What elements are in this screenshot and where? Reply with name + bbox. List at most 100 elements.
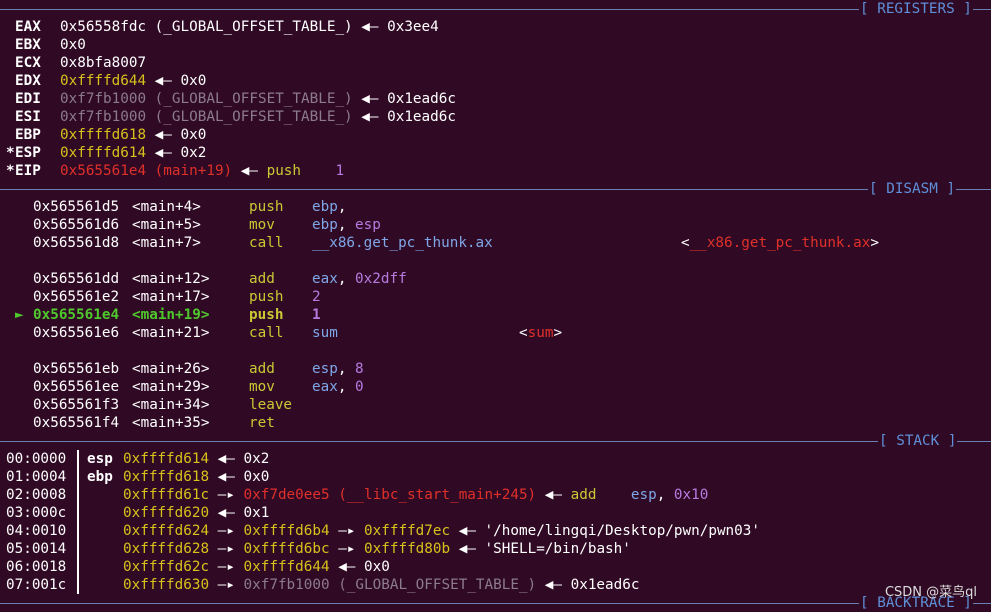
disasm-operands: ebp, bbox=[312, 198, 355, 216]
register-row: EBX 0x0 bbox=[0, 36, 991, 54]
operand-separator: , bbox=[337, 361, 356, 377]
stack-value: 'SHELL=/bin/bash' bbox=[484, 541, 631, 557]
stack-register: ebp bbox=[87, 469, 113, 485]
disasm-operands: __x86.get_pc_thunk.ax bbox=[312, 234, 493, 252]
register-deref: 0x3ee4 bbox=[387, 19, 439, 35]
register-value-group: 0xf7fb1000 (_GLOBAL_OFFSET_TABLE_) ◀— 0x… bbox=[60, 90, 456, 108]
arrow-icon: ◀— bbox=[352, 91, 388, 107]
disasm-operand: ebp bbox=[312, 199, 338, 215]
arrow-icon: —▸ bbox=[209, 577, 244, 593]
stack-entry: 0xffffd614 ◀— 0x2 bbox=[123, 450, 269, 468]
disasm-row: 0x565561e2 <main+17> push 2 bbox=[0, 288, 991, 306]
register-value: 0xf7fb1000 bbox=[60, 91, 147, 107]
stack-header: [ STACK ] bbox=[0, 432, 991, 450]
register-name: EBX bbox=[15, 37, 41, 53]
stack-value: 0xffffd6b4 bbox=[243, 523, 330, 539]
disasm-address: 0x565561e2 bbox=[33, 289, 120, 305]
stack-value: esp bbox=[630, 487, 657, 503]
stack-value: 0x10 bbox=[673, 487, 709, 503]
disasm-address: 0x565561d8 bbox=[33, 235, 120, 251]
stack-entry: 0xffffd624 —▸ 0xffffd6b4 —▸ 0xffffd7ec ◀… bbox=[123, 522, 760, 540]
stack-label: [ STACK ] bbox=[878, 432, 958, 450]
stack-entry: 0xffffd620 ◀— 0x1 bbox=[123, 504, 269, 522]
stack-value: 0xf7de0ee5 (__libc_start_main+245) bbox=[243, 487, 537, 503]
register-marker bbox=[6, 72, 15, 90]
stack-address: 0xffffd624 bbox=[123, 523, 210, 539]
disasm-row: 0x565561f3 <main+34> leave bbox=[0, 396, 991, 414]
disasm-address: 0x565561e6 bbox=[33, 325, 120, 341]
register-value-group: 0x0 bbox=[60, 36, 86, 54]
register-marker: * bbox=[6, 163, 15, 179]
arrow-icon: ◀— bbox=[352, 19, 388, 35]
disasm-mnemonic: push bbox=[249, 289, 284, 305]
disasm-location: <main+5> bbox=[132, 217, 201, 233]
disasm-label: [ DISASM ] bbox=[868, 180, 957, 198]
instruction-mnemonic: push bbox=[266, 163, 302, 179]
register-value-group: 0xf7fb1000 (_GLOBAL_OFFSET_TABLE_) ◀— 0x… bbox=[60, 108, 456, 126]
register-deref: 0x0 bbox=[180, 73, 207, 89]
registers-header: [ REGISTERS ] bbox=[0, 0, 991, 18]
stack-rule bbox=[0, 441, 991, 442]
register-marker bbox=[6, 18, 15, 36]
stack-entry: 0xffffd628 —▸ 0xffffd6bc —▸ 0xffffd80b ◀… bbox=[123, 540, 631, 558]
stack-row: 07:001c 0xffffd630 —▸ 0xf7fb1000 (_GLOBAL… bbox=[0, 576, 991, 594]
arrow-icon: ◀— bbox=[209, 505, 244, 521]
disasm-header: [ DISASM ] bbox=[0, 180, 991, 198]
disasm-mnemonic: add bbox=[249, 361, 275, 377]
arrow-icon: ◀— bbox=[209, 451, 244, 467]
stack-entry: 0xffffd61c —▸ 0xf7de0ee5 (__libc_start_m… bbox=[123, 486, 708, 504]
stack-address: 0xffffd628 bbox=[123, 541, 210, 557]
stack-address: 0xffffd630 bbox=[123, 577, 210, 593]
register-name: EBP bbox=[15, 127, 41, 143]
disasm-address: 0x565561e4 bbox=[33, 307, 120, 323]
register-deref: 0x2 bbox=[180, 145, 207, 161]
register-symbol: (_GLOBAL_OFFSET_TABLE_) bbox=[146, 19, 353, 35]
stack-row: 04:0010 0xffffd624 —▸ 0xffffd6b4 —▸ 0xfff… bbox=[0, 522, 991, 540]
arrow-icon: ◀— bbox=[536, 577, 571, 593]
stack-address: 0xffffd61c bbox=[123, 487, 210, 503]
stack-index: 04:0010 bbox=[6, 523, 67, 539]
arrow-icon: —▸ bbox=[209, 487, 244, 503]
register-marker bbox=[6, 54, 15, 72]
stack-value: add bbox=[570, 487, 597, 503]
stack-row: 05:0014 0xffffd628 —▸ 0xffffd6bc —▸ 0xfff… bbox=[0, 540, 991, 558]
register-value: 0x8bfa8007 bbox=[60, 55, 147, 71]
disasm-operand: 0 bbox=[355, 379, 364, 395]
disasm-address: 0x565561d6 bbox=[33, 217, 120, 233]
arrow-icon: ◀— bbox=[352, 109, 388, 125]
disasm-operand: 8 bbox=[355, 361, 364, 377]
stack-value: , bbox=[656, 487, 674, 503]
disasm-location: <main+19> bbox=[132, 307, 210, 323]
arrow-icon: —▸ bbox=[209, 541, 244, 557]
call-target-name: __x86.get_pc_thunk.ax bbox=[689, 235, 871, 251]
disasm-operands: esp, 8 bbox=[312, 360, 364, 378]
register-value: 0xffffd614 bbox=[60, 145, 147, 161]
arrow-icon: ◀— bbox=[450, 523, 485, 539]
stack-register: esp bbox=[87, 451, 113, 467]
disasm-address: 0x565561eb bbox=[33, 361, 120, 377]
disasm-operand: 1 bbox=[312, 307, 321, 323]
disasm-operand: 0x2dff bbox=[355, 271, 407, 287]
disasm-operand: __x86.get_pc_thunk.ax bbox=[312, 235, 493, 251]
stack-index: 03:000c bbox=[6, 505, 67, 521]
disasm-mnemonic: mov bbox=[249, 217, 275, 233]
register-marker bbox=[6, 126, 15, 144]
disasm-operand: eax bbox=[312, 271, 338, 287]
disasm-operand: eax bbox=[312, 379, 338, 395]
arrow-icon: ◀— bbox=[146, 73, 181, 89]
register-name: EDI bbox=[15, 91, 41, 107]
stack-index: 02:0008 bbox=[6, 487, 67, 503]
disasm-mnemonic: call bbox=[249, 325, 284, 341]
disasm-location: <main+7> bbox=[132, 235, 201, 251]
bracket: < bbox=[681, 235, 690, 251]
disasm-address: 0x565561f4 bbox=[33, 415, 120, 431]
register-row: ESI 0xf7fb1000 (_GLOBAL_OFFSET_TABLE_) ◀—… bbox=[0, 108, 991, 126]
stack-value: 0x2 bbox=[243, 451, 270, 467]
stack-index: 07:001c bbox=[6, 577, 67, 593]
disasm-row: 0x565561e6 <main+21> call sum <sum> bbox=[0, 324, 991, 342]
stack-address: 0xffffd620 bbox=[123, 505, 210, 521]
disasm-row: 0x565561eb <main+26> add esp, 8 bbox=[0, 360, 991, 378]
stack-address: 0xffffd62c bbox=[123, 559, 210, 575]
stack-entry: 0xffffd618 ◀— 0x0 bbox=[123, 468, 269, 486]
